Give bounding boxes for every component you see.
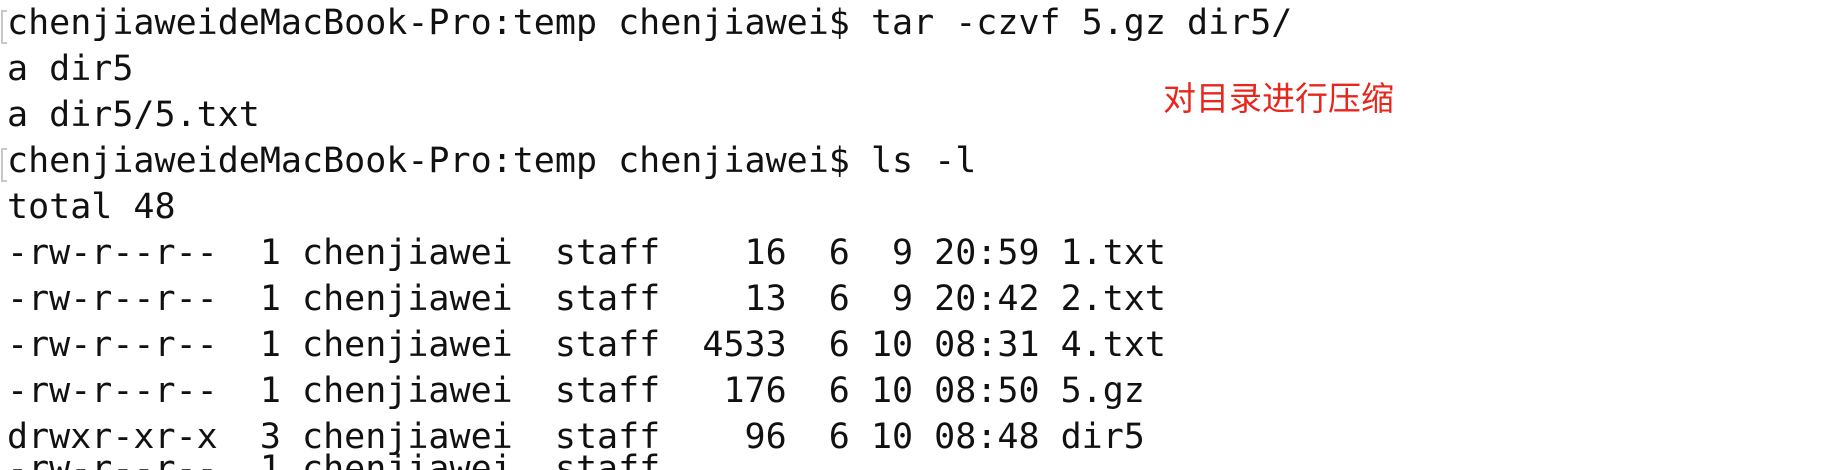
terminal-command-line: chenjiaweideMacBook-Pro:temp chenjiawei$… <box>7 3 1293 43</box>
file-listing-row: -rw-r--r-- 1 chenjiawei staff 4533 6 10 … <box>7 325 1166 365</box>
file-listing-row: -rw-r--r-- 1 chenjiawei staff 13 6 9 20:… <box>7 279 1166 319</box>
file-listing-row-partial: -rw-r--r-- 1 chenjiawei staff <box>7 449 661 470</box>
terminal-command-line: chenjiaweideMacBook-Pro:temp chenjiawei$… <box>7 141 977 181</box>
file-listing-row: -rw-r--r-- 1 chenjiawei staff 16 6 9 20:… <box>7 233 1166 273</box>
terminal-output-line: a dir5/5.txt <box>7 95 260 135</box>
annotation-label: 对目录进行压缩 <box>1163 79 1394 118</box>
terminal-output-line: total 48 <box>7 187 176 227</box>
terminal-window[interactable]: chenjiaweideMacBook-Pro:temp chenjiawei$… <box>0 0 1830 470</box>
terminal-output-line: a dir5 <box>7 49 134 89</box>
file-listing-row: -rw-r--r-- 1 chenjiawei staff 176 6 10 0… <box>7 371 1145 411</box>
